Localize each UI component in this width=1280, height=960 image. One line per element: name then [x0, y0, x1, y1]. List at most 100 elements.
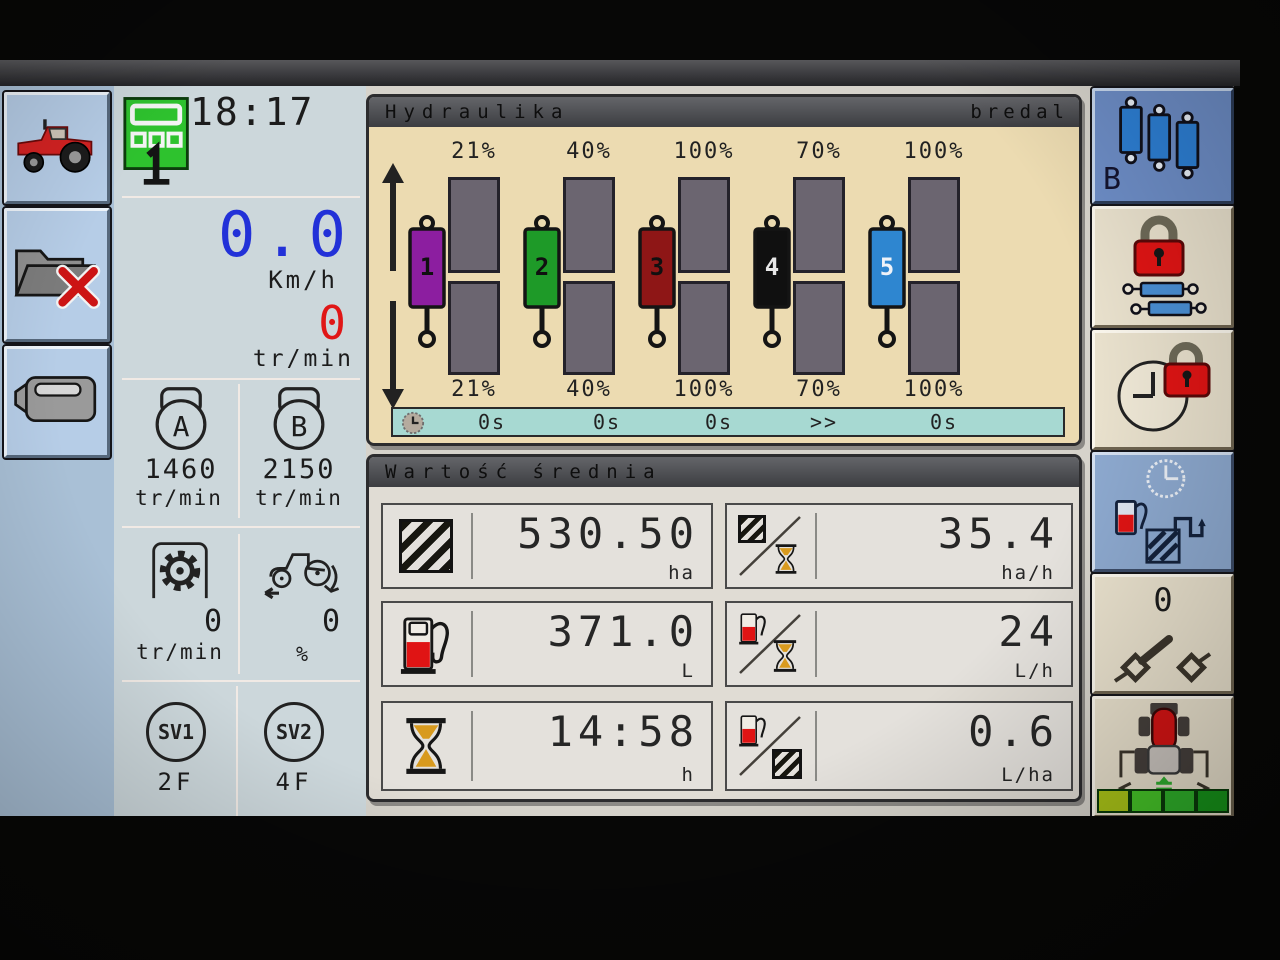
valve-slot-up	[678, 177, 730, 273]
timer-clock-icon	[393, 409, 433, 435]
implement-1-icon	[122, 94, 194, 196]
counters-icon	[1107, 454, 1219, 570]
counters-screen-button[interactable]	[1092, 452, 1234, 572]
pto-a-unit: tr/min	[116, 486, 242, 510]
section-number: 5	[870, 253, 904, 281]
fuel-per-hour-icon	[727, 603, 813, 685]
valve-slot-down	[908, 281, 960, 375]
camera-icon	[12, 372, 102, 432]
stat-cell-fuel-rate: 24 L/h	[725, 601, 1073, 687]
pto-a-icon: A	[146, 386, 216, 456]
section-number: 3	[640, 253, 674, 281]
stat-cell-area-rate: 35.4 ha/h	[725, 503, 1073, 589]
gearbox-rpm-unit: tr/min	[116, 640, 244, 664]
implement-width-button[interactable]	[1092, 696, 1234, 816]
valve-slot-down	[563, 281, 615, 375]
spool-valve-icon	[751, 215, 793, 359]
section-switch-button[interactable]: 0	[1092, 574, 1234, 694]
hydraulic-section-3: 100% 3 100%	[634, 127, 746, 407]
hydraulics-panel-header: Hydraulika bredal	[369, 97, 1079, 127]
tractor-top-view-icon	[1105, 701, 1223, 799]
slip-unit: %	[252, 642, 352, 666]
valve-slot-up	[448, 177, 500, 273]
lock-cylinders-button[interactable]	[1092, 206, 1234, 328]
engine-rpm-unit: tr/min	[150, 346, 354, 372]
spreader-sections-button[interactable]: B	[1092, 88, 1234, 204]
stat-cell-area: 530.50 ha	[381, 503, 713, 589]
hydraulic-section-5: 100% 5 100%	[864, 127, 976, 407]
hydraulic-section-2: 40% 2 40%	[519, 127, 631, 407]
switch-counter-value: 0	[1095, 581, 1231, 619]
pto-b-icon: B	[264, 386, 334, 456]
gearbox-rpm-value: 0	[130, 604, 222, 639]
lock-cylinders-icon	[1117, 209, 1209, 325]
area-worked-icon	[383, 505, 469, 587]
section-width-bar	[1097, 789, 1229, 813]
spool-valve-icon	[636, 215, 678, 359]
spreader-label: B	[1103, 162, 1121, 197]
camera-view-button[interactable]	[4, 346, 110, 458]
terminal-screen: 18:17 0.0 Km/h 0 tr/min A B 1460 2150 tr…	[0, 86, 1234, 816]
hydraulic-section-1: 21% 1 21%	[404, 127, 516, 407]
valve-slot-down	[448, 281, 500, 375]
tractor-screen-button[interactable]	[4, 92, 110, 204]
spool-valve-icon	[406, 215, 448, 359]
pto-a-value: 1460	[122, 454, 240, 485]
section-bottom-percent: 21%	[422, 377, 526, 402]
sv1-badge: SV1	[146, 702, 206, 762]
working-hours-icon	[383, 703, 469, 789]
section-timer: >>	[775, 410, 873, 434]
pto-b-value: 2150	[240, 454, 358, 485]
valve-slot-up	[563, 177, 615, 273]
wheel-slip-icon	[258, 540, 344, 610]
clock-lock-icon	[1111, 336, 1215, 444]
averages-panel-header: Wartość średnia	[369, 457, 1079, 487]
fuel-per-area-icon	[727, 703, 813, 789]
section-timer: 0s	[433, 410, 551, 434]
section-top-percent: 21%	[422, 139, 526, 164]
section-number: 4	[755, 253, 789, 281]
fuel-used-icon	[383, 603, 469, 685]
valve-slot-up	[908, 177, 960, 273]
gearbox-gear-icon	[146, 538, 214, 604]
area-per-hour-icon	[727, 505, 813, 587]
hydraulics-panel: Hydraulika bredal 21%	[366, 94, 1082, 446]
section-timer: 0s	[873, 410, 1015, 434]
lock-timer-button[interactable]	[1092, 330, 1234, 450]
sv2-value: 4F	[252, 768, 336, 796]
averages-panel: Wartość średnia 530.50 ha	[366, 454, 1082, 802]
slip-value: 0	[252, 604, 340, 639]
sv2-badge: SV2	[264, 702, 324, 762]
averages-body: 530.50 ha	[369, 487, 1079, 799]
screen-bezel	[0, 60, 1240, 88]
engine-rpm-value: 0	[150, 296, 346, 350]
stat-cell-fuel: 371.0 L	[381, 601, 713, 687]
folder-delete-icon	[11, 234, 103, 316]
raise-arrow-icon	[379, 163, 407, 279]
sv1-value: 2F	[134, 768, 218, 796]
open-switch-icon	[1111, 629, 1215, 691]
hydraulic-cylinders-icon	[1111, 95, 1215, 197]
speed-unit: Km/h	[150, 266, 338, 294]
lower-arrow-icon	[379, 297, 407, 413]
hydraulics-body: 21% 1 21% 40%	[369, 127, 1079, 443]
valve-slot-down	[793, 281, 845, 375]
valve-slot-down	[678, 281, 730, 375]
hydraulics-brand: bredal	[970, 97, 1069, 127]
delete-job-button[interactable]	[4, 208, 110, 342]
section-timer: 0s	[663, 410, 775, 434]
section-number: 1	[410, 253, 444, 281]
averages-title: Wartość średnia	[385, 461, 662, 483]
clock-time: 18:17	[190, 90, 358, 134]
section-timer-strip: 0s 0s 0s >> 0s	[391, 407, 1065, 437]
valve-slot-up	[793, 177, 845, 273]
speed-value: 0.0	[150, 198, 354, 271]
section-timer: 0s	[551, 410, 663, 434]
pto-b-unit: tr/min	[236, 486, 362, 510]
terminal-photo: 18:17 0.0 Km/h 0 tr/min A B 1460 2150 tr…	[0, 0, 1280, 960]
tractor-icon	[13, 115, 101, 181]
stat-cell-fuel-per-area: 0.6 L/ha	[725, 701, 1073, 791]
stat-cell-hours: 14:58 h	[381, 701, 713, 791]
spool-valve-icon	[521, 215, 563, 359]
hydraulics-title: Hydraulika	[385, 101, 569, 123]
